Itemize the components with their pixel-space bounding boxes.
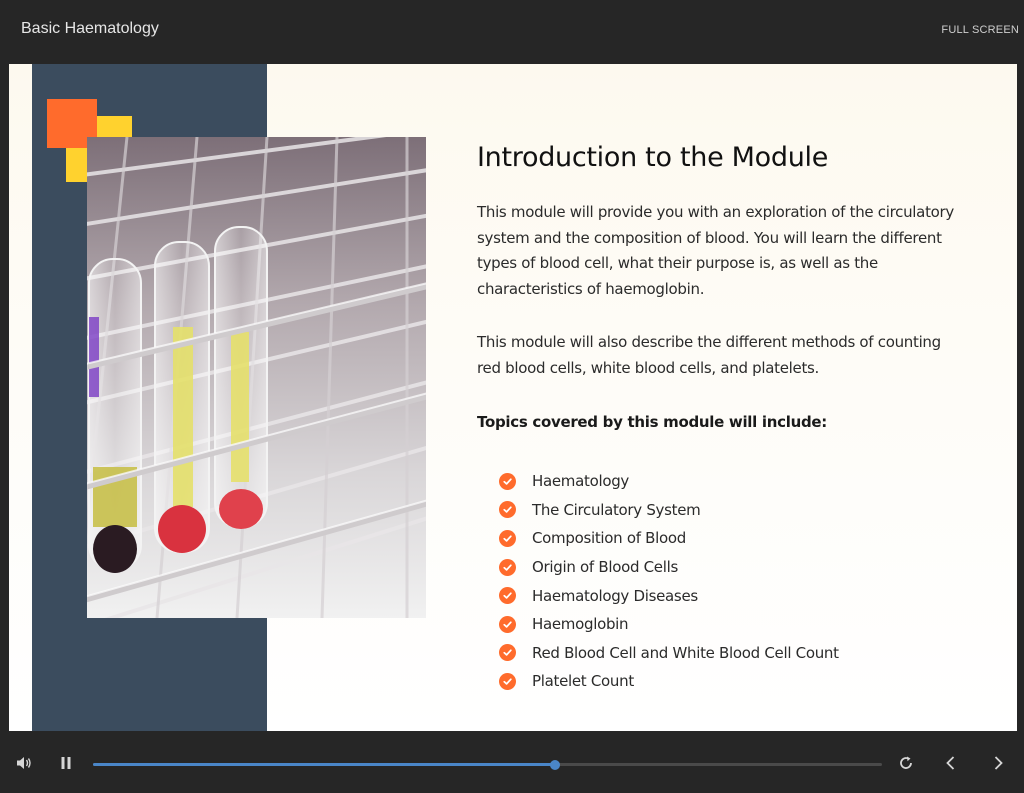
check-circle-icon (499, 529, 516, 547)
topic-label: Composition of Blood (532, 529, 687, 548)
topic-item: Red Blood Cell and White Blood Cell Coun… (499, 639, 839, 668)
fullscreen-button[interactable]: FULL SCREEN (941, 24, 1019, 36)
methods-paragraph: This module will also describe the diffe… (477, 333, 941, 377)
topic-label: Red Blood Cell and White Blood Cell Coun… (532, 643, 839, 662)
intro-paragraph: This module will provide you with an exp… (477, 203, 954, 298)
topic-item: The Circulatory System (499, 496, 839, 525)
topic-label: The Circulatory System (532, 500, 701, 519)
slide-heading: Introduction to the Module (477, 142, 829, 173)
chevron-left-icon[interactable] (941, 753, 961, 773)
replay-icon[interactable] (896, 753, 916, 773)
check-circle-icon (499, 501, 516, 519)
topic-list: Haematology The Circulatory System Compo… (499, 467, 839, 696)
topic-label: Haemoglobin (532, 615, 629, 634)
check-circle-icon (499, 672, 516, 690)
seek-bar-handle[interactable] (550, 759, 561, 770)
topic-item: Haematology Diseases (499, 581, 839, 610)
pause-icon[interactable] (56, 753, 76, 773)
topic-item: Composition of Blood (499, 524, 839, 553)
course-title: Basic Haematology (21, 20, 159, 37)
topic-item: Platelet Count (499, 667, 839, 696)
topic-item: Origin of Blood Cells (499, 553, 839, 582)
check-circle-icon (499, 558, 516, 576)
topics-label: Topics covered by this module will inclu… (477, 413, 827, 431)
check-circle-icon (499, 587, 516, 605)
check-circle-icon (499, 615, 516, 633)
chevron-right-icon[interactable] (988, 753, 1008, 773)
topic-label: Platelet Count (532, 672, 634, 691)
topic-label: Haematology (532, 472, 630, 491)
volume-icon[interactable] (14, 753, 34, 773)
slide-canvas: Introduction to the Module This module w… (9, 64, 1017, 731)
topic-item: Haematology (499, 467, 839, 496)
top-bar: Basic Haematology FULL SCREEN (0, 0, 1024, 64)
topic-item: Haemoglobin (499, 610, 839, 639)
player-controls (0, 731, 1024, 793)
topic-label: Origin of Blood Cells (532, 558, 678, 577)
seek-bar[interactable] (93, 759, 882, 770)
seek-bar-progress (93, 763, 556, 766)
check-circle-icon (499, 644, 516, 662)
test-tubes-illustration (87, 137, 426, 618)
test-tubes-photo (87, 137, 426, 618)
check-circle-icon (499, 472, 516, 490)
topic-label: Haematology Diseases (532, 586, 698, 605)
